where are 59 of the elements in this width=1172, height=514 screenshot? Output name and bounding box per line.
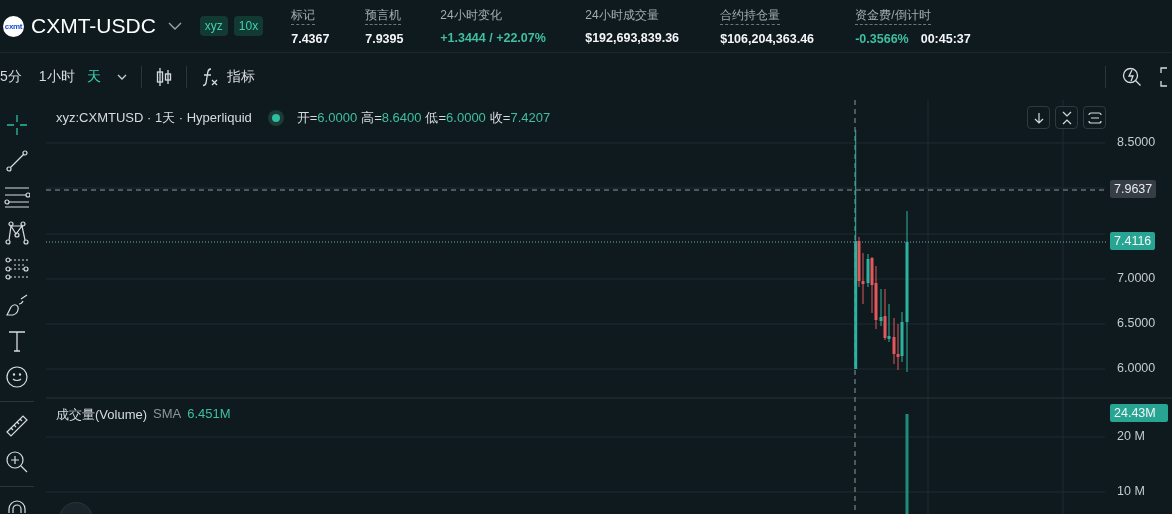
stat-label: 资金费/倒计时 bbox=[855, 6, 931, 25]
price-axis-label: 6.5000 bbox=[1117, 315, 1156, 330]
stat-value: +1.3444 / +22.07% bbox=[440, 30, 546, 45]
stat-label: 24小时成交量 bbox=[585, 6, 659, 24]
interval-tab[interactable]: 天 bbox=[86, 67, 101, 86]
logo-icon: cxmt bbox=[3, 15, 24, 37]
magnet-icon[interactable] bbox=[5, 499, 29, 513]
indicator-name: SMA bbox=[153, 406, 182, 423]
pattern-icon[interactable] bbox=[5, 221, 29, 245]
chevron-down-icon[interactable] bbox=[167, 22, 182, 30]
ohlc-value: 收=7.4207 bbox=[489, 109, 551, 127]
brush-icon[interactable] bbox=[5, 293, 29, 317]
stat-label: 标记 bbox=[291, 6, 316, 25]
expand-button[interactable] bbox=[1083, 106, 1106, 129]
candlestick-icon[interactable] bbox=[155, 66, 172, 87]
stat-value: $106,204,363.46 bbox=[720, 31, 815, 46]
tag: 10x bbox=[233, 16, 264, 36]
emoji-icon[interactable] bbox=[5, 365, 29, 389]
chart-title: xyz:CXMTUSD · 1天 · Hyperliquid bbox=[56, 109, 252, 127]
price-axis-label: 6.0000 bbox=[1117, 361, 1156, 375]
zoom-in-icon[interactable] bbox=[5, 450, 29, 474]
function-icon[interactable] bbox=[200, 66, 219, 87]
ohlc-value: 开=6.0000 bbox=[296, 109, 358, 127]
ruler-icon[interactable] bbox=[5, 414, 29, 438]
price-axis-label: 7.0000 bbox=[1117, 270, 1156, 285]
last-volume-label: 24.43M bbox=[1110, 404, 1168, 422]
volume-axis-label: 20 M bbox=[1117, 429, 1145, 443]
fib-levels-icon[interactable] bbox=[5, 257, 29, 281]
stat-label: 合约持仓量 bbox=[720, 6, 781, 25]
trend-line-icon[interactable] bbox=[5, 149, 29, 173]
stat-label: 预言机 bbox=[365, 6, 402, 25]
indicators-button[interactable]: 指标 bbox=[226, 67, 255, 86]
horizontal-lines-icon[interactable] bbox=[4, 185, 30, 209]
chevron-down-icon[interactable] bbox=[116, 73, 127, 80]
crosshair-icon[interactable] bbox=[5, 113, 29, 137]
ohlc-value: 低=6.0000 bbox=[425, 109, 486, 127]
last-price-label: 7.4116 bbox=[1110, 232, 1156, 250]
arrow-down-icon bbox=[1033, 111, 1044, 124]
price-axis-label: 8.5000 bbox=[1117, 135, 1156, 149]
collapse-icon bbox=[1061, 110, 1072, 125]
tag: xyz bbox=[199, 16, 228, 36]
expand-icon bbox=[1087, 111, 1102, 124]
search-icon[interactable] bbox=[1122, 66, 1142, 87]
indicator-value: 6.451M bbox=[187, 406, 231, 423]
crosshair-price-label: 7.9637 bbox=[1110, 180, 1157, 198]
stat-value: 7.9395 bbox=[365, 31, 404, 46]
scroll-down-button[interactable] bbox=[1027, 106, 1050, 129]
volume-title: 成交量(Volume) bbox=[56, 406, 148, 424]
interval-tab[interactable]: 5分 bbox=[0, 67, 22, 86]
ohlc-value: 高=8.6400 bbox=[361, 109, 422, 127]
interval-tab[interactable]: 1小时 bbox=[38, 67, 75, 86]
symbol-title[interactable]: CXMT-USDC bbox=[31, 14, 156, 38]
volume-axis-label: 10 M bbox=[1117, 484, 1145, 498]
stat-value: 00:45:37 bbox=[920, 31, 971, 46]
stat-label: 24小时变化 bbox=[440, 6, 502, 24]
stat-value: $192,693,839.36 bbox=[585, 30, 680, 45]
stat-value: 7.4367 bbox=[291, 31, 330, 46]
stat-value: -0.3566% bbox=[855, 31, 909, 46]
collapse-button[interactable] bbox=[1055, 106, 1078, 129]
